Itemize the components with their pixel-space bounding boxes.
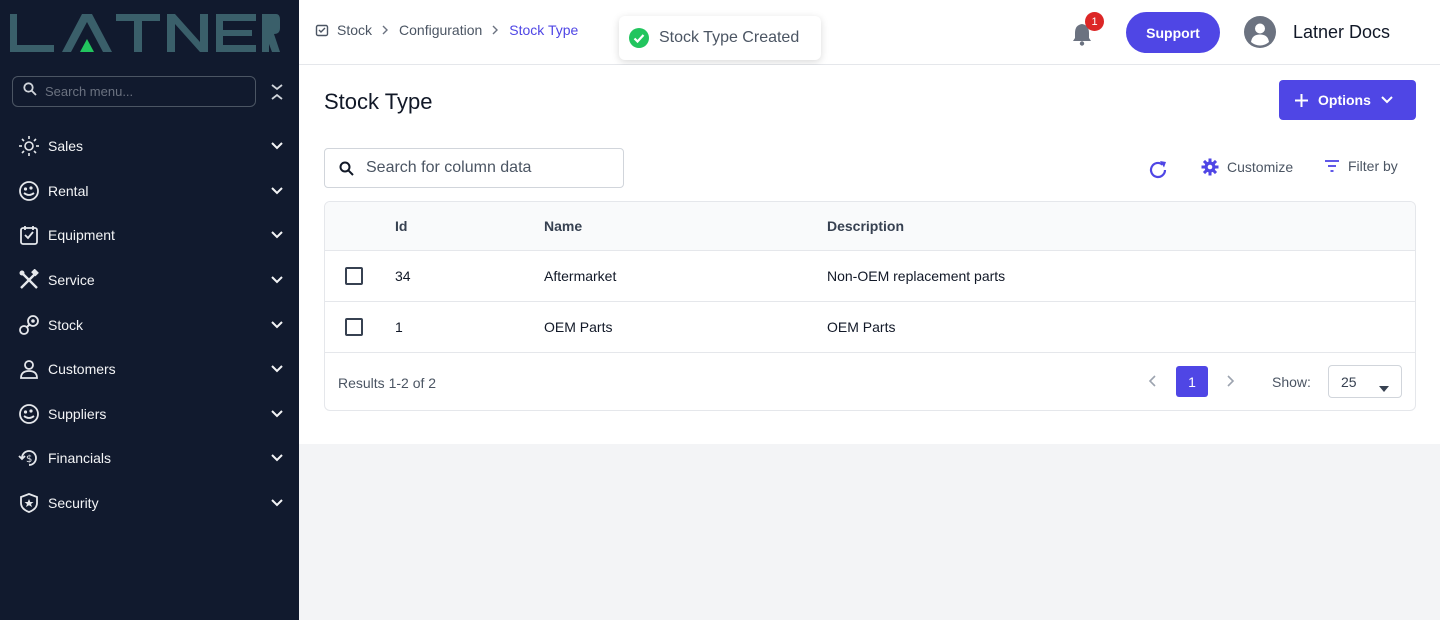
toast-message: Stock Type Created <box>659 29 800 46</box>
breadcrumb-stock[interactable]: Stock <box>337 22 372 38</box>
shield-icon <box>18 492 40 514</box>
breadcrumb-stock-type: Stock Type <box>509 22 579 38</box>
sidebar-item-financials[interactable]: $ Financials <box>0 436 299 481</box>
cell-description: Non-OEM replacement parts <box>827 268 1006 284</box>
chevron-down-icon <box>271 360 283 378</box>
refresh-icon[interactable] <box>1147 159 1169 181</box>
sidebar-item-label: Suppliers <box>48 405 107 422</box>
rental-icon <box>18 180 40 202</box>
filter-label: Filter by <box>1348 158 1398 174</box>
sidebar-item-label: Rental <box>48 182 89 199</box>
sidebar-item-label: Sales <box>48 138 84 155</box>
chevron-right-icon <box>382 25 389 35</box>
options-button[interactable]: Options <box>1279 80 1416 120</box>
svg-text:$: $ <box>26 454 32 465</box>
cell-description: OEM Parts <box>827 319 896 335</box>
cell-id: 34 <box>395 268 411 284</box>
page-button[interactable]: 1 <box>1176 366 1208 397</box>
results-count: Results 1-2 of 2 <box>338 375 437 391</box>
cell-name: OEM Parts <box>544 319 613 335</box>
sidebar: Sales Rental Equipment Service Stock Cus… <box>0 0 299 620</box>
plus-icon <box>1295 93 1308 107</box>
chevron-down-icon <box>271 271 283 289</box>
sidebar-item-sales[interactable]: Sales <box>0 124 299 169</box>
sidebar-item-service[interactable]: Service <box>0 258 299 303</box>
page-size-select[interactable]: 25 <box>1328 365 1402 398</box>
customers-icon <box>18 358 40 380</box>
latner-logo[interactable] <box>10 12 280 54</box>
sidebar-item-suppliers[interactable]: Suppliers <box>0 392 299 437</box>
cell-name: Aftermarket <box>544 268 617 284</box>
stock-crumb-icon <box>315 23 329 37</box>
chevron-down-icon <box>271 316 283 334</box>
sidebar-nav: Sales Rental Equipment Service Stock Cus… <box>0 124 299 525</box>
collapse-sidebar-icon[interactable] <box>268 82 286 102</box>
caret-down-icon <box>1379 379 1389 395</box>
chevron-right-icon <box>492 25 499 35</box>
stock-type-table: Id Name Description 34 Aftermarket Non-O… <box>324 201 1416 411</box>
breadcrumb-configuration[interactable]: Configuration <box>399 22 482 38</box>
search-icon <box>339 161 354 176</box>
sidebar-item-equipment[interactable]: Equipment <box>0 213 299 258</box>
main-content: Stock Type Options Customize Filter by I… <box>299 65 1440 444</box>
column-header-description[interactable]: Description <box>827 218 904 234</box>
options-label: Options <box>1318 92 1371 108</box>
show-label: Show: <box>1272 374 1311 390</box>
chevron-down-icon <box>271 449 283 467</box>
sidebar-item-label: Equipment <box>48 227 115 244</box>
chevron-down-icon <box>271 494 283 512</box>
menu-search[interactable] <box>12 76 256 107</box>
service-icon <box>18 269 40 291</box>
sidebar-item-label: Service <box>48 272 95 289</box>
page-size-value: 25 <box>1341 373 1357 390</box>
breadcrumb: Stock Configuration Stock Type <box>315 22 578 38</box>
customize-label: Customize <box>1227 159 1294 175</box>
cell-id: 1 <box>395 319 403 335</box>
stock-icon <box>18 314 40 336</box>
customize-button[interactable]: Customize <box>1201 158 1293 176</box>
sidebar-item-rental[interactable]: Rental <box>0 169 299 214</box>
sidebar-item-label: Stock <box>48 316 84 333</box>
row-checkbox[interactable] <box>345 318 363 336</box>
chevron-left-icon[interactable] <box>1145 373 1161 389</box>
column-header-id[interactable]: Id <box>395 218 407 234</box>
sidebar-item-stock[interactable]: Stock <box>0 302 299 347</box>
sidebar-item-security[interactable]: Security <box>0 481 299 526</box>
column-header-name[interactable]: Name <box>544 218 582 234</box>
suppliers-icon <box>18 403 40 425</box>
table-row[interactable]: 34 Aftermarket Non-OEM replacement parts <box>325 251 1415 302</box>
chevron-down-icon <box>271 226 283 244</box>
column-search-input[interactable] <box>366 159 606 177</box>
row-checkbox[interactable] <box>345 267 363 285</box>
top-header: Stock Configuration Stock Type Stock Typ… <box>299 0 1440 65</box>
table-footer: Results 1-2 of 2 1 Show: 25 <box>325 353 1415 410</box>
chevron-right-icon[interactable] <box>1222 373 1238 389</box>
user-name[interactable]: Latner Docs <box>1293 22 1390 43</box>
avatar[interactable] <box>1244 16 1276 48</box>
chevron-down-icon <box>1381 96 1393 104</box>
table-row[interactable]: 1 OEM Parts OEM Parts <box>325 302 1415 353</box>
sales-icon <box>18 135 40 157</box>
support-button[interactable]: Support <box>1126 12 1220 53</box>
check-circle-icon <box>629 28 649 48</box>
column-search[interactable] <box>324 148 624 188</box>
filter-icon <box>1324 159 1340 173</box>
sidebar-item-customers[interactable]: Customers <box>0 347 299 392</box>
page-title: Stock Type <box>324 89 433 114</box>
table-header: Id Name Description <box>325 202 1415 251</box>
sidebar-item-label: Customers <box>48 361 116 378</box>
sidebar-item-label: Security <box>48 495 99 512</box>
filter-button[interactable]: Filter by <box>1324 158 1398 174</box>
sidebar-item-label: Financials <box>48 450 112 467</box>
chevron-down-icon <box>271 405 283 423</box>
equipment-icon <box>18 224 40 246</box>
financials-icon: $ <box>18 447 40 469</box>
menu-search-input[interactable] <box>45 84 235 99</box>
success-toast: Stock Type Created <box>619 16 821 60</box>
notification-badge: 1 <box>1085 12 1104 31</box>
gear-icon <box>1201 158 1219 176</box>
chevron-down-icon <box>271 137 283 155</box>
search-icon <box>23 82 37 101</box>
chevron-down-icon <box>271 182 283 200</box>
